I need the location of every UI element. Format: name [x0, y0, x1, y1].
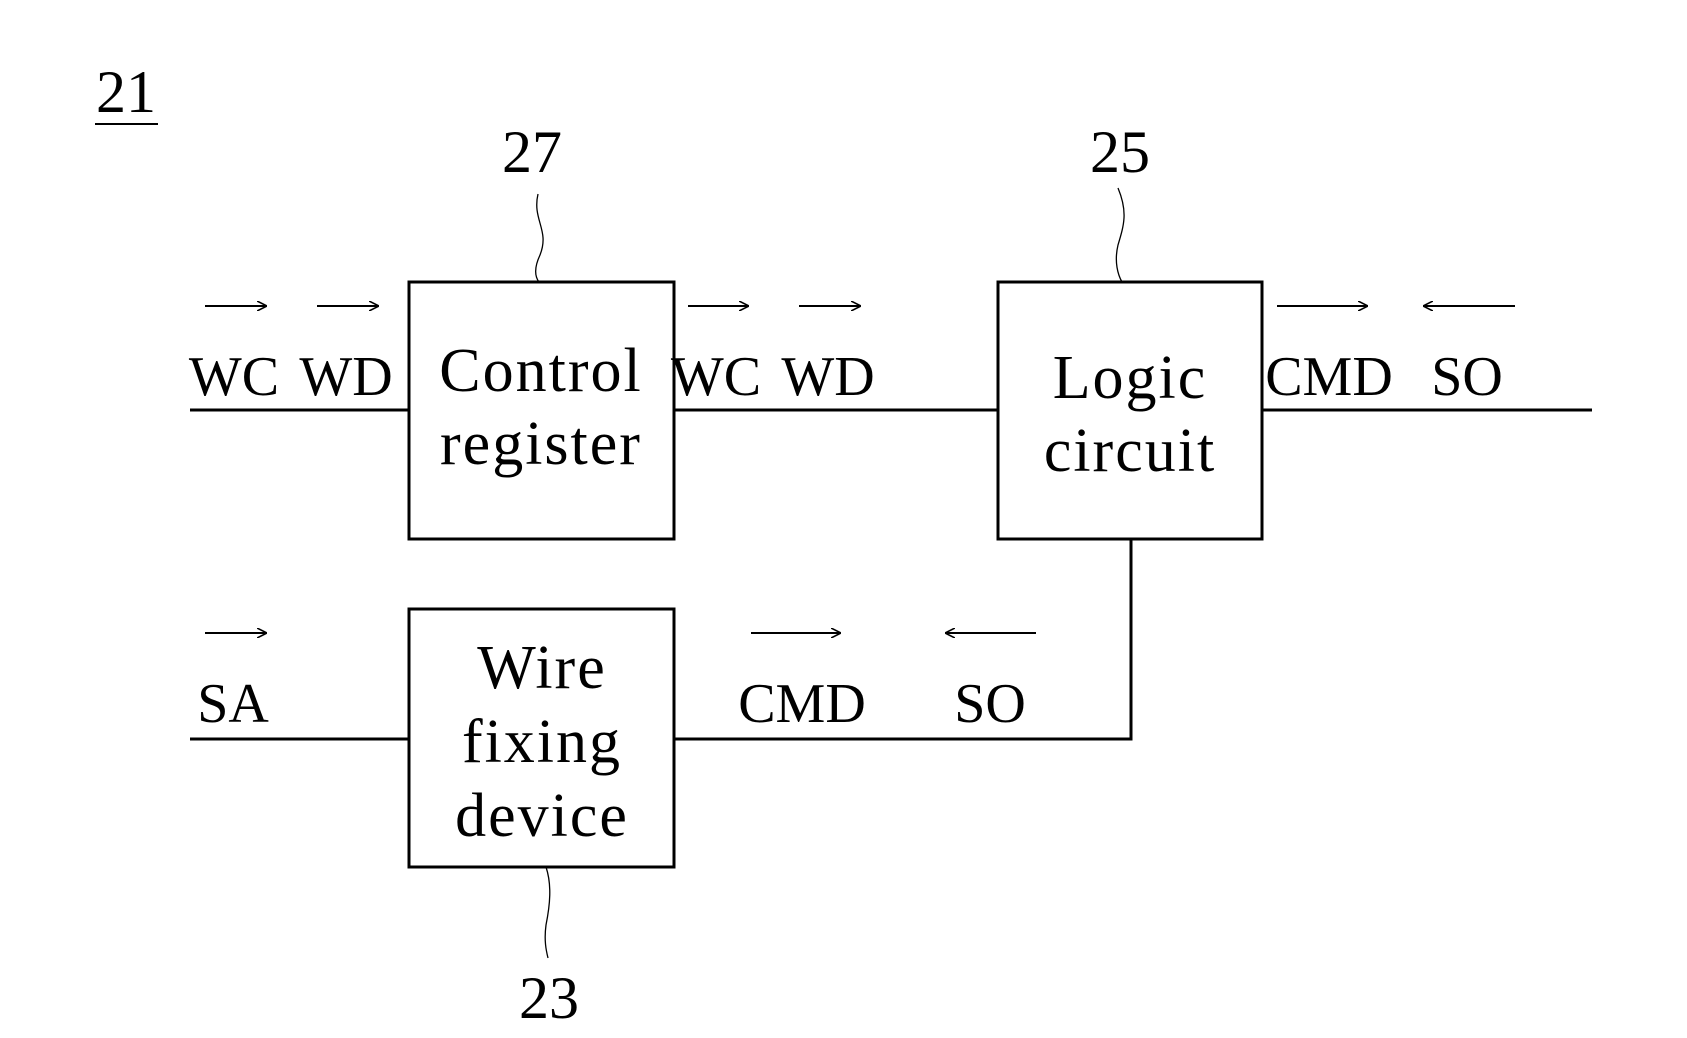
block-wire-fixing-device-line2: fixing	[462, 708, 622, 776]
signal-label-wc-in: WC	[189, 346, 279, 408]
figure-number: 21	[96, 59, 156, 125]
block-logic-circuit-line2: circuit	[1044, 417, 1216, 485]
block-control-register-line1: Control	[439, 337, 642, 405]
signal-label-wc-mid: WC	[671, 346, 761, 408]
block-logic-circuit-line1: Logic	[1053, 344, 1208, 412]
signal-label-wd-mid: WD	[781, 346, 874, 408]
block-logic-circuit: Logic circuit	[996, 280, 1264, 541]
signal-label-cmd-bottom: CMD	[738, 673, 866, 735]
block-wire-fixing-device-line1: Wire	[477, 634, 606, 702]
signal-label-cmd-out: CMD	[1265, 346, 1393, 408]
signal-label-so-in: SO	[1431, 346, 1503, 408]
signal-label-so-bottom: SO	[954, 673, 1026, 735]
leader-line-27	[535, 193, 544, 283]
signal-label-sa: SA	[197, 673, 269, 735]
signal-label-wd-in: WD	[299, 346, 392, 408]
leader-line-25	[1115, 187, 1125, 283]
ref-label-25: 25	[1090, 119, 1150, 185]
block-diagram: 21 Control register 27 Logic circuit 25 …	[95, 59, 1592, 1031]
block-control-register: Control register	[407, 280, 676, 541]
block-wire-fixing-device: Wire fixing device	[407, 607, 676, 869]
block-wire-fixing-device-line3: device	[455, 782, 629, 850]
block-control-register-line2: register	[440, 410, 642, 478]
leader-line-23	[544, 866, 551, 959]
ref-label-23: 23	[519, 965, 579, 1031]
ref-label-27: 27	[502, 119, 562, 185]
